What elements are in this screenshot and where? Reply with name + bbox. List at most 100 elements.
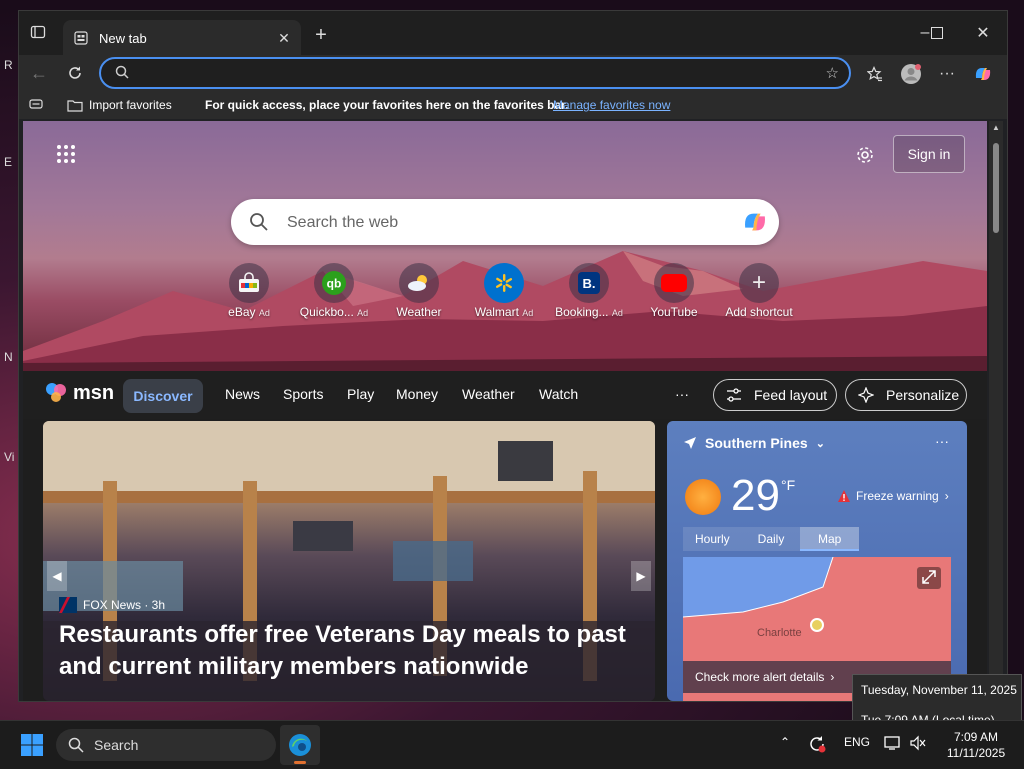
- shortcut-label: Add shortcut: [725, 305, 793, 319]
- profile-avatar-icon[interactable]: [899, 62, 923, 86]
- show-hidden-icons-chevron-up-icon[interactable]: ⌃: [780, 735, 790, 749]
- page-settings-gear-icon[interactable]: [853, 143, 877, 167]
- scrollbar-thumb[interactable]: [993, 143, 999, 233]
- shortcut-ebay[interactable]: eBay Ad: [209, 263, 289, 319]
- tab-new-tab[interactable]: New tab ✕: [63, 20, 301, 56]
- nav-sports[interactable]: Sports: [283, 386, 323, 402]
- nav-more-icon[interactable]: ···: [675, 386, 689, 402]
- edge-taskbar-icon[interactable]: [280, 725, 320, 765]
- close-window-icon[interactable]: ✕: [971, 21, 995, 45]
- taskbar-clock[interactable]: 7:09 AM 11/11/2025: [936, 729, 1016, 761]
- news-card[interactable]: ◀ ▶ FOX News · 3h Restaurants offer free…: [43, 421, 655, 701]
- maximize-icon[interactable]: [925, 21, 949, 45]
- weather-more-icon[interactable]: ···: [935, 433, 949, 449]
- apps-grid-icon[interactable]: [55, 143, 79, 167]
- booking-icon: B.: [569, 263, 609, 303]
- shortcut-youtube[interactable]: YouTube: [634, 263, 714, 319]
- weather-location[interactable]: Southern Pines ⌄: [683, 435, 825, 451]
- new-tab-button[interactable]: +: [309, 23, 333, 47]
- tab-actions-icon[interactable]: [27, 21, 49, 43]
- nav-weather[interactable]: Weather: [462, 386, 515, 402]
- location-name: Southern Pines: [705, 435, 808, 451]
- shortcut-label: Booking...: [555, 305, 609, 319]
- msn-logo-text: msn: [73, 381, 115, 404]
- taskbar-search-label: Search: [94, 737, 139, 753]
- svg-text:B.: B.: [583, 276, 596, 291]
- volume-muted-icon[interactable]: [910, 735, 926, 754]
- clock-time: 7:09 AM: [953, 730, 999, 744]
- taskbar-search[interactable]: Search: [56, 729, 276, 761]
- sparkle-icon: [858, 387, 874, 403]
- walmart-spark-icon: [484, 263, 524, 303]
- copilot-icon[interactable]: [971, 62, 995, 86]
- nav-watch[interactable]: Watch: [539, 386, 578, 402]
- manage-favorites-link[interactable]: Manage favorites now: [553, 98, 670, 112]
- chevron-right-icon: ›: [944, 489, 949, 503]
- network-icon[interactable]: [884, 735, 900, 754]
- sign-in-button[interactable]: Sign in: [893, 135, 965, 173]
- tab-hourly[interactable]: Hourly: [683, 527, 742, 551]
- favorites-bar-toggle-icon[interactable]: [29, 98, 43, 110]
- tab-daily[interactable]: Daily: [742, 527, 801, 551]
- import-favorites-button[interactable]: Import favorites: [67, 98, 172, 112]
- shortcut-weather[interactable]: Weather: [379, 263, 459, 319]
- settings-more-icon[interactable]: ···: [935, 62, 959, 86]
- next-story-icon[interactable]: ▶: [631, 561, 651, 591]
- youtube-icon: [654, 263, 694, 303]
- refresh-icon[interactable]: [63, 61, 87, 85]
- nav-news[interactable]: News: [225, 386, 260, 402]
- favorites-tip: For quick access, place your favorites h…: [205, 98, 569, 112]
- close-tab-icon[interactable]: ✕: [273, 27, 295, 49]
- shortcut-label: Quickbo...: [299, 305, 354, 319]
- shortcut-walmart[interactable]: Walmart Ad: [464, 263, 544, 319]
- desktop-icon-label: N: [4, 350, 13, 364]
- add-shortcut-button[interactable]: + Add shortcut: [719, 263, 799, 319]
- alert-details-label: Check more alert details: [695, 670, 825, 684]
- sun-icon: [685, 479, 721, 515]
- shortcut-label: YouTube: [650, 305, 698, 319]
- warning-text: Freeze warning: [856, 489, 939, 503]
- search-placeholder: Search the web: [287, 214, 399, 231]
- freeze-warning-link[interactable]: Freeze warning ›: [837, 489, 949, 503]
- feed-layout-label: Feed layout: [754, 387, 828, 403]
- nav-play[interactable]: Play: [347, 386, 374, 402]
- ad-badge: Ad: [522, 308, 534, 318]
- address-bar[interactable]: ☆: [99, 57, 851, 89]
- nav-discover[interactable]: Discover: [123, 379, 203, 413]
- input-language[interactable]: ENG: [844, 735, 870, 749]
- favorites-bar: Import favorites For quick access, place…: [19, 91, 1007, 119]
- page-scrollbar[interactable]: ▲: [989, 121, 1003, 701]
- ad-badge: Ad: [258, 308, 270, 318]
- msn-logo[interactable]: msn: [45, 381, 114, 405]
- shortcut-label: Walmart: [474, 305, 519, 319]
- add-favorite-icon[interactable]: ☆: [826, 64, 839, 82]
- feed-layout-button[interactable]: Feed layout: [713, 379, 837, 411]
- scroll-up-arrow-icon[interactable]: ▲: [992, 123, 1000, 132]
- quickbooks-icon: qb: [314, 263, 354, 303]
- copilot-icon[interactable]: [741, 208, 769, 241]
- news-headline[interactable]: Restaurants offer free Veterans Day meal…: [59, 619, 639, 683]
- windows-start-icon[interactable]: [20, 733, 44, 757]
- tooltip-date: Tuesday, November 11, 2025: [861, 683, 1017, 697]
- clock-date: 11/11/2025: [946, 746, 1006, 760]
- previous-story-icon[interactable]: ◀: [47, 561, 67, 591]
- shortcut-label: Weather: [396, 305, 442, 319]
- nav-money[interactable]: Money: [396, 386, 438, 402]
- favorites-icon[interactable]: [863, 62, 887, 86]
- tab-map[interactable]: Map: [800, 527, 860, 551]
- web-search-box[interactable]: Search the web: [231, 199, 779, 245]
- shortcut-quickbooks[interactable]: qb Quickbo... Ad: [294, 263, 374, 319]
- chevron-down-icon: ⌄: [815, 437, 825, 450]
- personalize-button[interactable]: Personalize: [845, 379, 967, 411]
- back-icon[interactable]: ←: [27, 61, 51, 85]
- mountain-image: [23, 251, 987, 371]
- weather-tabs: Hourly Daily Map: [683, 527, 860, 551]
- address-input[interactable]: [145, 63, 789, 85]
- news-source: FOX News · 3h: [59, 597, 165, 613]
- weather-cloud-sun-icon: [399, 263, 439, 303]
- location-arrow-icon: [684, 437, 696, 449]
- shortcut-booking[interactable]: B. Booking... Ad: [549, 263, 629, 319]
- sync-update-icon[interactable]: [808, 735, 826, 756]
- newtab-icon: [73, 30, 89, 46]
- ad-badge: Ad: [611, 308, 623, 318]
